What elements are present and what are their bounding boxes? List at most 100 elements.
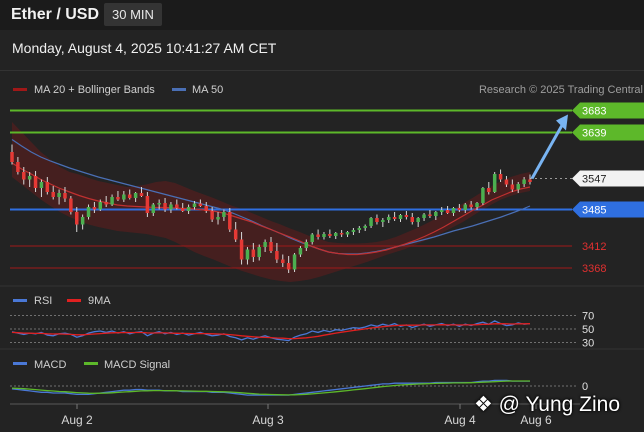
- candle-body: [80, 217, 85, 225]
- candle-body: [175, 204, 179, 208]
- candle-body: [69, 198, 73, 212]
- x-tick-label: Aug 3: [252, 413, 284, 427]
- candle-body: [110, 197, 114, 205]
- signal-legend-label: MACD Signal: [104, 359, 170, 371]
- candle-body: [316, 234, 320, 237]
- candle-body: [363, 226, 367, 228]
- diamond-logo-icon: ❖: [474, 393, 493, 416]
- candle-body: [339, 233, 344, 235]
- candle-body: [457, 208, 462, 210]
- level-label-3412: 3412: [582, 241, 606, 253]
- candle-body: [528, 179, 532, 182]
- watermark: ❖ @ Yung Zino: [474, 392, 620, 417]
- level-label-3547: 3547: [582, 174, 606, 186]
- bollinger-band-fill: [12, 122, 530, 282]
- candle-body: [122, 194, 126, 200]
- candle-body: [92, 207, 97, 210]
- candle-body: [492, 174, 497, 192]
- candle-body: [245, 249, 250, 260]
- candle-body: [63, 193, 67, 199]
- candle-body: [475, 203, 479, 207]
- candle-body: [192, 203, 197, 207]
- candle-body: [22, 172, 26, 180]
- candle-body: [469, 204, 473, 207]
- candle-body: [75, 212, 79, 225]
- ma20-legend-swatch: [13, 88, 27, 91]
- candle-body: [16, 162, 20, 172]
- candle-body: [204, 206, 208, 211]
- macd-series-macd-signal: [11, 380, 530, 396]
- candle-body: [86, 207, 91, 217]
- candle-body: [10, 152, 14, 162]
- candle-body: [487, 188, 491, 192]
- candle-body: [422, 214, 426, 218]
- candle-body: [127, 194, 132, 198]
- rsi-guide-label-30: 30: [582, 338, 594, 350]
- candle-body: [322, 234, 326, 237]
- candle-body: [481, 188, 485, 203]
- candle-body: [298, 248, 303, 255]
- candle-body: [504, 179, 509, 185]
- candle-body: [310, 234, 314, 242]
- x-tick-label: Aug 2: [61, 413, 93, 427]
- candle-body: [351, 230, 356, 232]
- candle-body: [239, 239, 244, 260]
- candle-body: [463, 204, 467, 210]
- candle-body: [445, 210, 450, 213]
- candle-body: [39, 182, 44, 188]
- rsi-panel: 70 50 30: [10, 310, 594, 350]
- level-label-3639: 3639: [582, 128, 606, 140]
- candle-body: [357, 228, 362, 230]
- ma9-legend-swatch: [67, 299, 81, 302]
- ma50-legend-label: MA 50: [192, 84, 223, 96]
- candle-body: [98, 202, 103, 210]
- candle-body: [151, 204, 156, 213]
- candle-body: [163, 203, 167, 210]
- level-label-3368: 3368: [582, 263, 606, 275]
- candle-body: [375, 218, 379, 222]
- candle-body: [292, 254, 297, 270]
- candle-body: [198, 203, 203, 206]
- candle-body: [263, 242, 267, 247]
- ma9-legend-label: 9MA: [88, 295, 111, 307]
- candle-body: [45, 182, 50, 192]
- macd-legend-swatch: [13, 362, 27, 365]
- candle-body: [169, 204, 173, 210]
- rsi-legend: RSI 9MA: [13, 295, 111, 307]
- candle-body: [27, 176, 32, 180]
- bollinger-bands: [12, 122, 530, 282]
- candle-body: [281, 259, 285, 263]
- price-tags: 3683 3639 3547 3485 3412 3368: [572, 102, 644, 275]
- candle-body: [186, 207, 191, 211]
- candle-body: [522, 179, 526, 184]
- candle-body: [139, 193, 144, 196]
- candle-body: [404, 215, 409, 217]
- candle-body: [216, 217, 220, 220]
- research-credit: Research © 2025 Trading Central: [479, 84, 643, 96]
- candle-body: [392, 217, 397, 219]
- candle-body: [145, 196, 150, 213]
- candle-body: [386, 217, 391, 220]
- rsi-series-9ma: [11, 323, 531, 340]
- candle-body: [51, 192, 55, 197]
- candle-body: [133, 193, 138, 198]
- candle-body: [104, 202, 108, 205]
- candle-body: [33, 176, 38, 188]
- candle-body: [269, 242, 273, 251]
- candle-body: [439, 210, 444, 212]
- candle-body: [334, 233, 338, 236]
- candle-body: [222, 212, 226, 217]
- candle-body: [510, 184, 515, 190]
- candle-body: [275, 251, 279, 260]
- price-chart[interactable]: MA 20 + Bollinger Bands MA 50 Research ©…: [0, 0, 644, 432]
- candle-body: [328, 234, 332, 236]
- candle-body: [116, 197, 120, 200]
- rsi-legend-label: RSI: [34, 295, 52, 307]
- ma20-legend-label: MA 20 + Bollinger Bands: [34, 84, 155, 96]
- rsi-legend-swatch: [13, 299, 27, 302]
- candle-body: [451, 208, 456, 213]
- candle-body: [257, 247, 261, 257]
- signal-legend-swatch: [84, 362, 98, 365]
- candle-body: [157, 203, 161, 205]
- candle-body: [410, 217, 415, 222]
